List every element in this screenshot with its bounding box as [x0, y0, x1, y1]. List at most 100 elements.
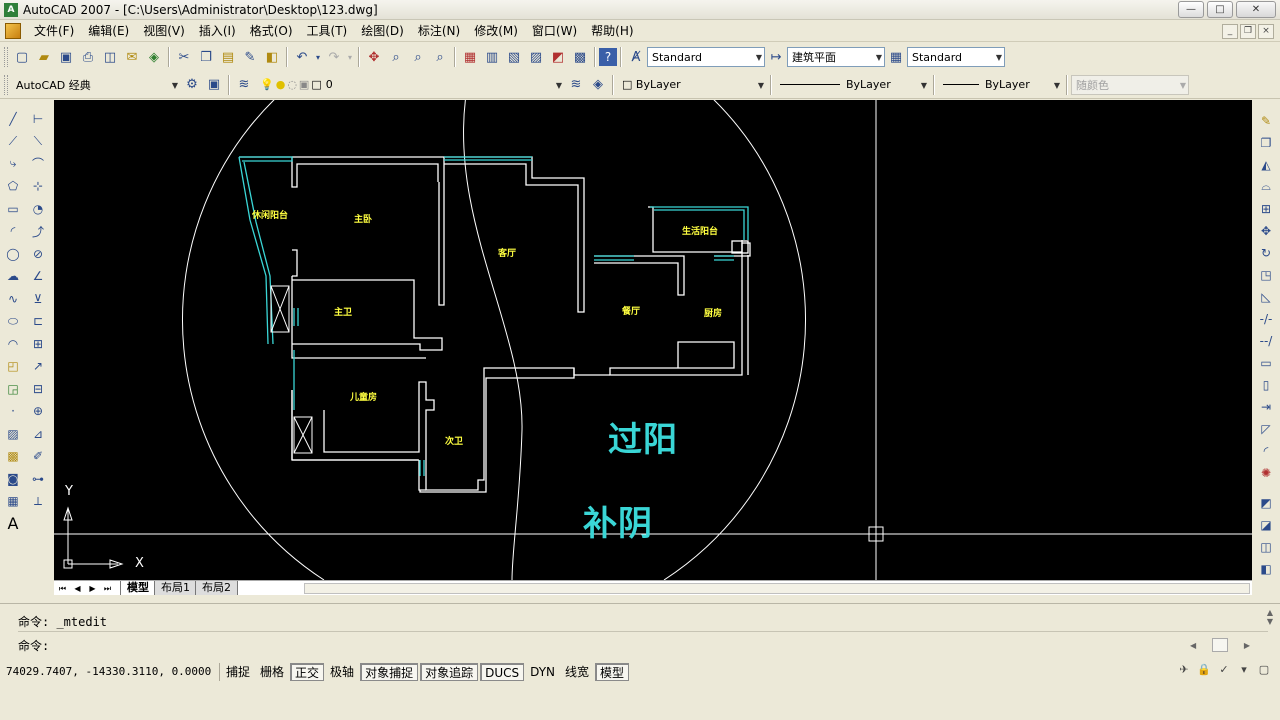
toolbar-lock-icon[interactable]: 🔒: [1196, 662, 1212, 678]
draw-order-above-icon[interactable]: ◫: [1255, 536, 1277, 558]
layer-select[interactable]: 💡 ● ◌ ▣ □ 0 ▼: [255, 74, 565, 95]
dim-style-select[interactable]: 建筑平面 ▼: [787, 47, 885, 67]
explode-icon[interactable]: ✺: [1255, 462, 1277, 484]
status-menu-icon[interactable]: ▾: [1236, 662, 1252, 678]
doc-close-button[interactable]: ×: [1258, 24, 1274, 39]
undo-dropdown-icon[interactable]: ▾: [313, 46, 323, 68]
coordinate-readout[interactable]: 74029.7407, -14330.3110, 0.0000: [0, 663, 220, 681]
copy-icon[interactable]: ❐: [195, 46, 217, 68]
hatch-icon[interactable]: ▨: [2, 423, 24, 445]
break-icon[interactable]: ▯: [1255, 374, 1277, 396]
cut-icon[interactable]: ✂: [173, 46, 195, 68]
match-properties-icon[interactable]: ✎: [239, 46, 261, 68]
dim-edit-icon[interactable]: ⊿: [27, 423, 49, 445]
tool-palettes-icon[interactable]: ▧: [503, 46, 525, 68]
arc-length-icon[interactable]: ⌒: [27, 153, 49, 175]
menu-draw[interactable]: 绘图(D): [354, 21, 411, 41]
document-icon[interactable]: [5, 23, 21, 39]
sheet-set-icon[interactable]: ▨: [525, 46, 547, 68]
rotate-icon[interactable]: ↻: [1255, 242, 1277, 264]
scroll-right-icon[interactable]: ▶: [1244, 641, 1250, 650]
redo-dropdown-icon[interactable]: ▾: [345, 46, 355, 68]
paste-icon[interactable]: ▤: [217, 46, 239, 68]
scale-icon[interactable]: ◳: [1255, 264, 1277, 286]
color-select[interactable]: □ ByLayer ▼: [617, 74, 767, 95]
array-icon[interactable]: ⊞: [1255, 198, 1277, 220]
tab-layout2[interactable]: 布局2: [195, 581, 238, 595]
workspace-select[interactable]: AutoCAD 经典 ▼: [11, 74, 181, 95]
linear-dim-icon[interactable]: ⊢: [27, 108, 49, 130]
text-style-select[interactable]: Standard ▼: [647, 47, 765, 67]
radius-dim-icon[interactable]: ◔: [27, 198, 49, 220]
status-osnap[interactable]: 对象捕捉: [360, 663, 419, 681]
prev-tab-icon[interactable]: ◀: [71, 582, 84, 595]
command-scrollbar[interactable]: ▲ ▼: [1264, 608, 1276, 632]
next-tab-icon[interactable]: ▶: [86, 582, 99, 595]
status-model[interactable]: 模型: [595, 663, 630, 681]
rectangle-icon[interactable]: ▭: [2, 198, 24, 220]
join-icon[interactable]: ⇥: [1255, 396, 1277, 418]
quick-dim-icon[interactable]: ⊻: [27, 288, 49, 310]
dim-style-icon[interactable]: ↦: [765, 46, 787, 68]
fillet-icon[interactable]: ◜: [1255, 440, 1277, 462]
gradient-icon[interactable]: ▩: [2, 446, 24, 468]
polygon-icon[interactable]: ⬠: [2, 176, 24, 198]
break-at-point-icon[interactable]: ▭: [1255, 352, 1277, 374]
ordinate-dim-icon[interactable]: ⊹: [27, 176, 49, 198]
menu-file[interactable]: 文件(F): [27, 21, 81, 41]
status-dyn[interactable]: DYN: [526, 663, 559, 681]
arc-icon[interactable]: ◜: [2, 221, 24, 243]
help-icon[interactable]: ?: [599, 48, 617, 66]
close-button[interactable]: ✕: [1236, 1, 1276, 18]
status-ortho[interactable]: 正交: [290, 663, 325, 681]
pan-icon[interactable]: ✥: [363, 46, 385, 68]
menu-tools[interactable]: 工具(T): [300, 21, 355, 41]
print-preview-icon[interactable]: ◫: [99, 46, 121, 68]
dim-style-manager-icon[interactable]: ⟂: [27, 491, 49, 513]
menu-format[interactable]: 格式(O): [243, 21, 300, 41]
tab-layout1[interactable]: 布局1: [154, 581, 197, 595]
lineweight-select[interactable]: ByLayer ▼: [938, 74, 1063, 95]
zoom-previous-icon[interactable]: ⌕: [429, 46, 451, 68]
tab-model[interactable]: 模型: [120, 581, 156, 595]
scroll-left-icon[interactable]: ◀: [1190, 641, 1196, 650]
circle-icon[interactable]: ◯: [2, 243, 24, 265]
jogged-dim-icon[interactable]: ⤴: [27, 221, 49, 243]
insert-block-icon[interactable]: ◰: [2, 356, 24, 378]
construction-line-icon[interactable]: ⟋: [2, 131, 24, 153]
draw-order-back-icon[interactable]: ◪: [1255, 514, 1277, 536]
undo-icon[interactable]: ↶: [291, 46, 313, 68]
toolbar-grip[interactable]: [4, 74, 8, 95]
text-style-icon[interactable]: Ⱥ: [625, 46, 647, 68]
command-hscrollbar[interactable]: ◀ ▶: [1190, 638, 1250, 652]
communication-center-icon[interactable]: ✈: [1176, 662, 1192, 678]
command-prompt-input[interactable]: 命令:: [18, 636, 49, 656]
multiline-text-icon[interactable]: A: [2, 513, 24, 535]
table-icon[interactable]: ▦: [2, 491, 24, 513]
draw-order-front-icon[interactable]: ◩: [1255, 492, 1277, 514]
tolerance-icon[interactable]: ⊟: [27, 378, 49, 400]
doc-restore-button[interactable]: ❐: [1240, 24, 1256, 39]
make-block-icon[interactable]: ◲: [2, 378, 24, 400]
first-tab-icon[interactable]: ⏮: [56, 582, 69, 595]
save-icon[interactable]: ▣: [55, 46, 77, 68]
dim-update-icon[interactable]: ⊶: [27, 468, 49, 490]
toolbar-grip[interactable]: [4, 47, 8, 67]
scroll-thumb[interactable]: [1212, 638, 1228, 652]
move-icon[interactable]: ✥: [1255, 220, 1277, 242]
menu-insert[interactable]: 插入(I): [192, 21, 243, 41]
layer-manager-icon[interactable]: ≋: [233, 74, 255, 96]
extend-icon[interactable]: --/: [1255, 330, 1277, 352]
make-layer-current-icon[interactable]: ≋: [565, 74, 587, 96]
3d-dwf-icon[interactable]: ◈: [143, 46, 165, 68]
print-icon[interactable]: ⎙: [77, 46, 99, 68]
menu-edit[interactable]: 编辑(E): [81, 21, 136, 41]
draw-order-below-icon[interactable]: ◧: [1255, 558, 1277, 580]
continue-dim-icon[interactable]: ⊞: [27, 333, 49, 355]
stretch-icon[interactable]: ◺: [1255, 286, 1277, 308]
table-style-select[interactable]: Standard ▼: [907, 47, 1005, 67]
app-status-icon[interactable]: ✓: [1216, 662, 1232, 678]
new-file-icon[interactable]: ▢: [11, 46, 33, 68]
ellipse-arc-icon[interactable]: ◠: [2, 333, 24, 355]
dim-text-edit-icon[interactable]: ✐: [27, 446, 49, 468]
